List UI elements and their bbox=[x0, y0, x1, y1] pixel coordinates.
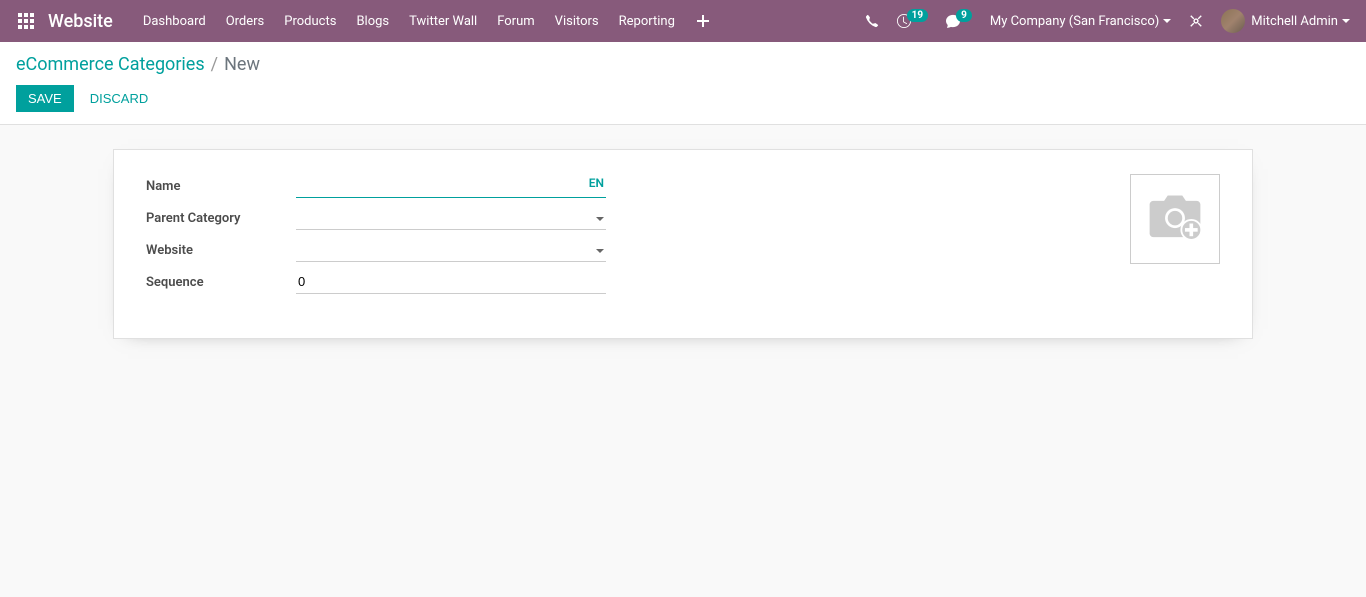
activities-badge: 19 bbox=[907, 9, 928, 22]
nav-dashboard[interactable]: Dashboard bbox=[133, 0, 216, 42]
parent-category-input[interactable] bbox=[296, 206, 606, 230]
nav-twitter-wall[interactable]: Twitter Wall bbox=[399, 0, 487, 42]
form-container: Name EN Parent Category Website bbox=[0, 125, 1366, 363]
debug-icon[interactable] bbox=[1181, 0, 1211, 42]
website-label: Website bbox=[146, 243, 296, 258]
apps-icon[interactable] bbox=[8, 0, 44, 42]
voip-icon[interactable] bbox=[857, 0, 887, 42]
field-website: Website bbox=[146, 238, 606, 262]
nav-products[interactable]: Products bbox=[274, 0, 346, 42]
sequence-label: Sequence bbox=[146, 275, 296, 290]
control-buttons: Save Discard bbox=[16, 85, 1350, 112]
control-panel: eCommerce Categories / New Save Discard bbox=[0, 42, 1366, 125]
nav-blogs[interactable]: Blogs bbox=[346, 0, 399, 42]
field-sequence: Sequence bbox=[146, 270, 606, 294]
company-name: My Company (San Francisco) bbox=[990, 14, 1159, 29]
nav-menu: Dashboard Orders Products Blogs Twitter … bbox=[133, 0, 721, 42]
caret-down-icon bbox=[1342, 14, 1350, 29]
breadcrumb: eCommerce Categories / New bbox=[16, 54, 1350, 75]
nav-new-content[interactable] bbox=[685, 0, 721, 42]
website-input[interactable] bbox=[296, 238, 606, 262]
activities-icon[interactable]: 19 bbox=[889, 0, 936, 42]
messages-icon[interactable]: 9 bbox=[938, 0, 980, 42]
parent-category-label: Parent Category bbox=[146, 211, 296, 226]
nav-reporting[interactable]: Reporting bbox=[609, 0, 685, 42]
field-parent-category: Parent Category bbox=[146, 206, 606, 230]
caret-down-icon bbox=[1163, 14, 1171, 29]
navbar-left: Website Dashboard Orders Products Blogs … bbox=[8, 0, 857, 42]
translate-button[interactable]: EN bbox=[589, 176, 604, 190]
image-upload[interactable] bbox=[1130, 174, 1220, 264]
field-name: Name EN bbox=[146, 174, 606, 198]
breadcrumb-parent[interactable]: eCommerce Categories bbox=[16, 54, 205, 75]
form-sheet: Name EN Parent Category Website bbox=[113, 149, 1253, 339]
breadcrumb-current: New bbox=[224, 54, 260, 75]
camera-plus-icon bbox=[1146, 195, 1204, 243]
navbar: Website Dashboard Orders Products Blogs … bbox=[0, 0, 1366, 42]
name-input[interactable] bbox=[296, 174, 606, 198]
user-menu[interactable]: Mitchell Admin bbox=[1213, 0, 1358, 42]
avatar bbox=[1221, 9, 1245, 33]
user-name: Mitchell Admin bbox=[1251, 14, 1338, 29]
save-button[interactable]: Save bbox=[16, 85, 74, 112]
nav-forum[interactable]: Forum bbox=[487, 0, 544, 42]
navbar-right: 19 9 My Company (San Francisco) Mitchell… bbox=[857, 0, 1358, 42]
breadcrumb-separator: / bbox=[211, 54, 218, 75]
form-fields: Name EN Parent Category Website bbox=[146, 174, 1130, 302]
nav-orders[interactable]: Orders bbox=[216, 0, 275, 42]
company-switcher[interactable]: My Company (San Francisco) bbox=[982, 0, 1179, 42]
discard-button[interactable]: Discard bbox=[82, 85, 157, 112]
sequence-input[interactable] bbox=[296, 270, 606, 294]
brand-title[interactable]: Website bbox=[48, 11, 113, 32]
name-label: Name bbox=[146, 179, 296, 194]
messages-badge: 9 bbox=[956, 9, 972, 22]
nav-visitors[interactable]: Visitors bbox=[545, 0, 609, 42]
